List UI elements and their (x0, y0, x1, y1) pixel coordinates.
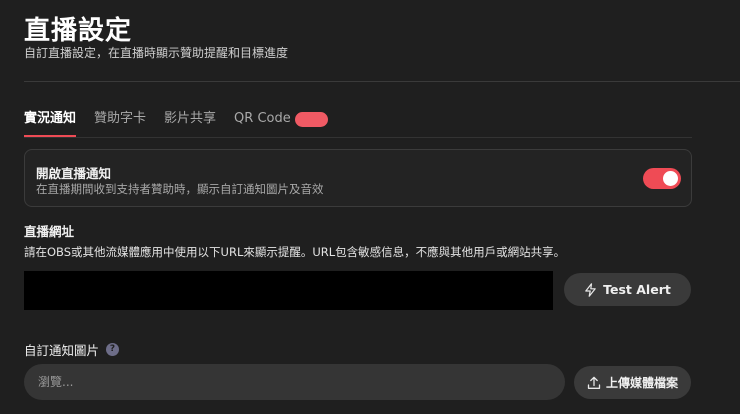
notification-toggle-switch[interactable] (643, 168, 681, 189)
toggle-knob (663, 171, 678, 186)
custom-image-label: 自訂通知圖片 (24, 343, 100, 358)
tab-sponsor-card[interactable]: 贊助字卡 (94, 110, 146, 137)
tab-label: 影片共享 (164, 111, 217, 126)
help-icon[interactable]: ? (106, 343, 120, 356)
upload-media-button[interactable]: 上傳媒體檔案 (574, 366, 691, 399)
notification-toggle-card: 開啟直播通知 在直播期間收到支持者贊助時，顯示自訂通知圖片及音效 (24, 149, 692, 207)
custom-image-label-row: 自訂通知圖片 ? (24, 340, 120, 359)
header-divider (24, 81, 740, 82)
upload-icon (587, 376, 601, 389)
notification-toggle-description: 在直播期間收到支持者贊助時，顯示自訂通知圖片及音效 (36, 182, 324, 196)
lightning-icon (585, 282, 596, 297)
tab-label: 實況通知 (24, 111, 77, 126)
stream-url-description: 請在OBS或其他流媒體應用中使用以下URL來顯示提醒。URL包含敏感信息，不應與… (24, 245, 566, 259)
tab-label: QR Code (234, 111, 291, 126)
page-title: 直播設定 (24, 16, 133, 46)
tab-label: 贊助字卡 (94, 111, 147, 126)
page-subtitle: 自訂直播設定，在直播時顯示贊助提醒和目標進度 (24, 46, 289, 60)
stream-url-label: 直播網址 (24, 224, 75, 239)
browse-input[interactable] (24, 364, 565, 400)
tab-qr-code[interactable]: QR Code (234, 110, 328, 137)
tab-live-notification[interactable]: 實況通知 (24, 110, 77, 137)
stream-url-field-redacted[interactable] (24, 271, 553, 310)
notification-toggle-title: 開啟直播通知 (36, 166, 112, 181)
new-badge (294, 112, 328, 127)
test-alert-button[interactable]: Test Alert (564, 273, 691, 306)
tab-video-share[interactable]: 影片共享 (164, 110, 216, 137)
upload-media-label: 上傳媒體檔案 (605, 376, 678, 390)
test-alert-label: Test Alert (603, 282, 671, 297)
tab-bar: 實況通知 贊助字卡 影片共享 QR Code (24, 110, 346, 138)
tabs-divider (24, 137, 692, 138)
live-settings-page: 直播設定 自訂直播設定，在直播時顯示贊助提醒和目標進度 實況通知 贊助字卡 影片… (0, 0, 740, 414)
